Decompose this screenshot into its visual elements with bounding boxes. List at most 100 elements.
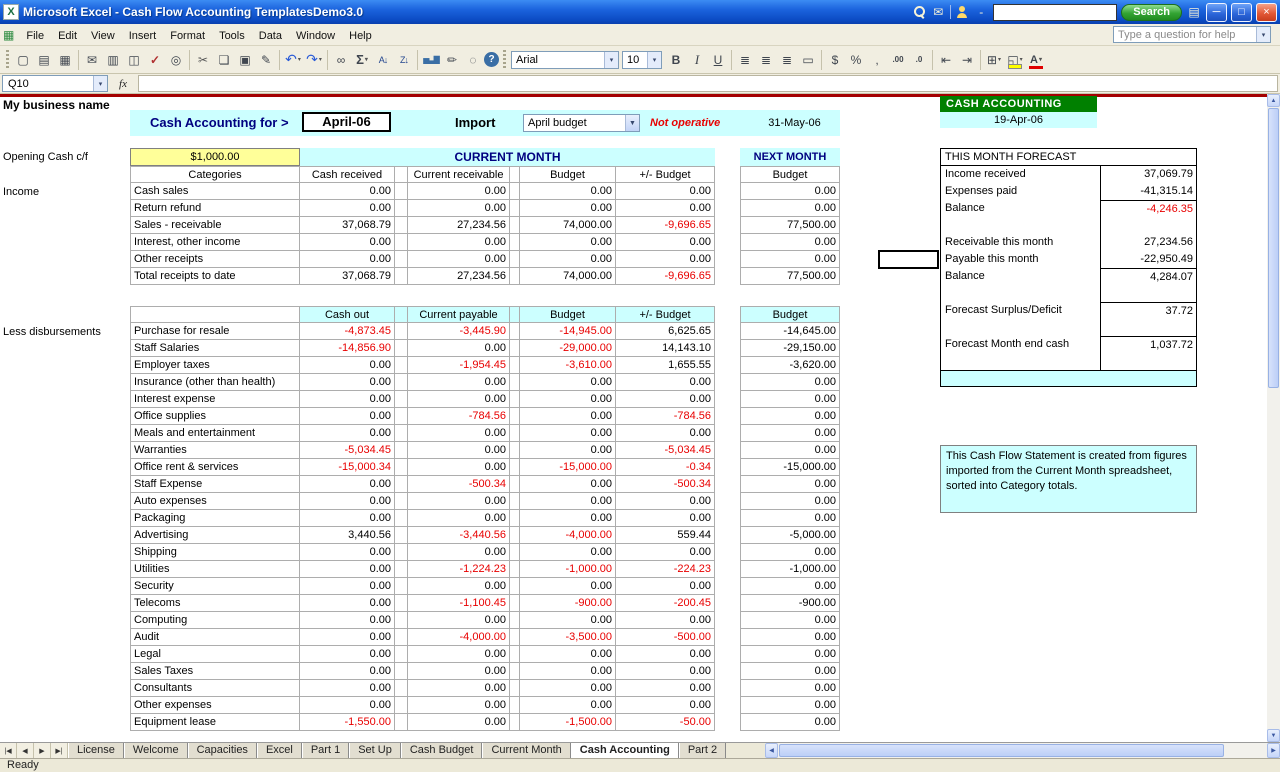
- category-cell[interactable]: Auto expenses: [130, 493, 300, 510]
- value-cell[interactable]: 0.00: [520, 612, 616, 629]
- value-cell[interactable]: 0.00: [740, 493, 840, 510]
- value-cell[interactable]: 1,655.55: [616, 357, 715, 374]
- value-cell[interactable]: 0.00: [300, 663, 395, 680]
- value-cell[interactable]: 0.00: [616, 612, 715, 629]
- value-cell[interactable]: 0.00: [408, 697, 510, 714]
- search-button[interactable]: Search: [1121, 4, 1182, 21]
- category-cell[interactable]: Computing: [130, 612, 300, 629]
- value-cell[interactable]: [715, 476, 740, 493]
- value-cell[interactable]: [395, 425, 408, 442]
- value-cell[interactable]: 0.00: [740, 442, 840, 459]
- value-cell[interactable]: 0.00: [300, 357, 395, 374]
- value-cell[interactable]: [715, 459, 740, 476]
- value-cell[interactable]: 0.00: [740, 251, 840, 268]
- value-cell[interactable]: -1,224.23: [408, 561, 510, 578]
- value-cell[interactable]: -3,445.90: [408, 323, 510, 340]
- value-cell[interactable]: -14,856.90: [300, 340, 395, 357]
- value-cell[interactable]: [510, 408, 520, 425]
- value-cell[interactable]: [395, 408, 408, 425]
- name-box[interactable]: Q10 ▾: [2, 75, 108, 92]
- category-cell[interactable]: Telecoms: [130, 595, 300, 612]
- category-cell[interactable]: Other receipts: [130, 251, 300, 268]
- vertical-scrollbar[interactable]: ▲ ▼: [1267, 94, 1280, 742]
- cash-accounting-header[interactable]: CASH ACCOUNTING: [940, 96, 1097, 112]
- column-header[interactable]: [395, 306, 408, 323]
- cash-accounting-date[interactable]: 19-Apr-06: [940, 112, 1097, 128]
- value-cell[interactable]: 0.00: [408, 442, 510, 459]
- value-cell[interactable]: [395, 493, 408, 510]
- currency-icon[interactable]: $: [825, 50, 845, 70]
- category-cell[interactable]: Security: [130, 578, 300, 595]
- value-cell[interactable]: 0.00: [300, 646, 395, 663]
- forecast-value[interactable]: 37.72: [1100, 302, 1196, 319]
- value-cell[interactable]: -50.00: [616, 714, 715, 731]
- value-cell[interactable]: 0.00: [408, 578, 510, 595]
- sheet-tab-set-up[interactable]: Set Up: [349, 743, 401, 758]
- category-cell[interactable]: Equipment lease: [130, 714, 300, 731]
- cash-accounting-for-label[interactable]: Cash Accounting for >: [150, 115, 289, 130]
- value-cell[interactable]: [510, 595, 520, 612]
- value-cell[interactable]: 74,000.00: [520, 268, 616, 285]
- value-cell[interactable]: [715, 200, 740, 217]
- value-cell[interactable]: 0.00: [300, 544, 395, 561]
- percent-icon[interactable]: %: [846, 50, 866, 70]
- value-cell[interactable]: [715, 612, 740, 629]
- value-cell[interactable]: [395, 183, 408, 200]
- value-cell[interactable]: [715, 544, 740, 561]
- category-cell[interactable]: Return refund: [130, 200, 300, 217]
- value-cell[interactable]: 0.00: [300, 629, 395, 646]
- value-cell[interactable]: -9,696.65: [616, 268, 715, 285]
- value-cell[interactable]: 0.00: [300, 183, 395, 200]
- value-cell[interactable]: -0.34: [616, 459, 715, 476]
- value-cell[interactable]: 0.00: [616, 234, 715, 251]
- scroll-right-button[interactable]: ▶: [1267, 743, 1280, 758]
- column-header[interactable]: [510, 306, 520, 323]
- business-name-cell[interactable]: My business name: [3, 98, 110, 112]
- value-cell[interactable]: 0.00: [520, 663, 616, 680]
- value-cell[interactable]: [510, 200, 520, 217]
- value-cell[interactable]: [395, 578, 408, 595]
- value-cell[interactable]: 77,500.00: [740, 268, 840, 285]
- horizontal-scrollbar[interactable]: ◀ ▶: [765, 743, 1280, 758]
- value-cell[interactable]: 0.00: [740, 200, 840, 217]
- value-cell[interactable]: -200.45: [616, 595, 715, 612]
- value-cell[interactable]: 0.00: [616, 391, 715, 408]
- value-cell[interactable]: -784.56: [616, 408, 715, 425]
- value-cell[interactable]: 0.00: [740, 646, 840, 663]
- menu-window[interactable]: Window: [289, 27, 342, 45]
- value-cell[interactable]: 0.00: [408, 340, 510, 357]
- category-cell[interactable]: Meals and entertainment: [130, 425, 300, 442]
- value-cell[interactable]: 0.00: [408, 459, 510, 476]
- category-cell[interactable]: Employer taxes: [130, 357, 300, 374]
- value-cell[interactable]: [510, 340, 520, 357]
- opening-cash-value[interactable]: $1,000.00: [130, 148, 300, 166]
- column-header[interactable]: Budget: [520, 166, 616, 183]
- category-cell[interactable]: Consultants: [130, 680, 300, 697]
- sheet-tab-capacities[interactable]: Capacities: [188, 743, 257, 758]
- less-disbursements-label[interactable]: Less disbursements: [3, 326, 101, 338]
- value-cell[interactable]: 0.00: [300, 595, 395, 612]
- value-cell[interactable]: [395, 442, 408, 459]
- font-color-icon[interactable]: A▾: [1026, 50, 1046, 70]
- category-cell[interactable]: Sales Taxes: [130, 663, 300, 680]
- value-cell[interactable]: [510, 391, 520, 408]
- value-cell[interactable]: 0.00: [408, 680, 510, 697]
- value-cell[interactable]: 0.00: [408, 663, 510, 680]
- value-cell[interactable]: 0.00: [616, 646, 715, 663]
- menu-file[interactable]: File: [19, 27, 51, 45]
- increase-decimal-icon[interactable]: .00: [888, 50, 908, 70]
- value-cell[interactable]: [395, 544, 408, 561]
- value-cell[interactable]: 0.00: [520, 374, 616, 391]
- value-cell[interactable]: [510, 510, 520, 527]
- value-cell[interactable]: 0.00: [408, 251, 510, 268]
- hyperlink-icon[interactable]: ∞: [331, 50, 351, 70]
- formula-input[interactable]: [138, 75, 1278, 92]
- menu-format[interactable]: Format: [163, 27, 212, 45]
- note-box[interactable]: This Cash Flow Statement is created from…: [940, 445, 1197, 513]
- bold-icon[interactable]: B: [666, 50, 686, 70]
- forecast-value[interactable]: [1100, 353, 1196, 370]
- autosum-icon[interactable]: Σ▾: [352, 50, 372, 70]
- value-cell[interactable]: -9,696.65: [616, 217, 715, 234]
- value-cell[interactable]: 0.00: [408, 646, 510, 663]
- next-month-header[interactable]: NEXT MONTH: [740, 148, 840, 166]
